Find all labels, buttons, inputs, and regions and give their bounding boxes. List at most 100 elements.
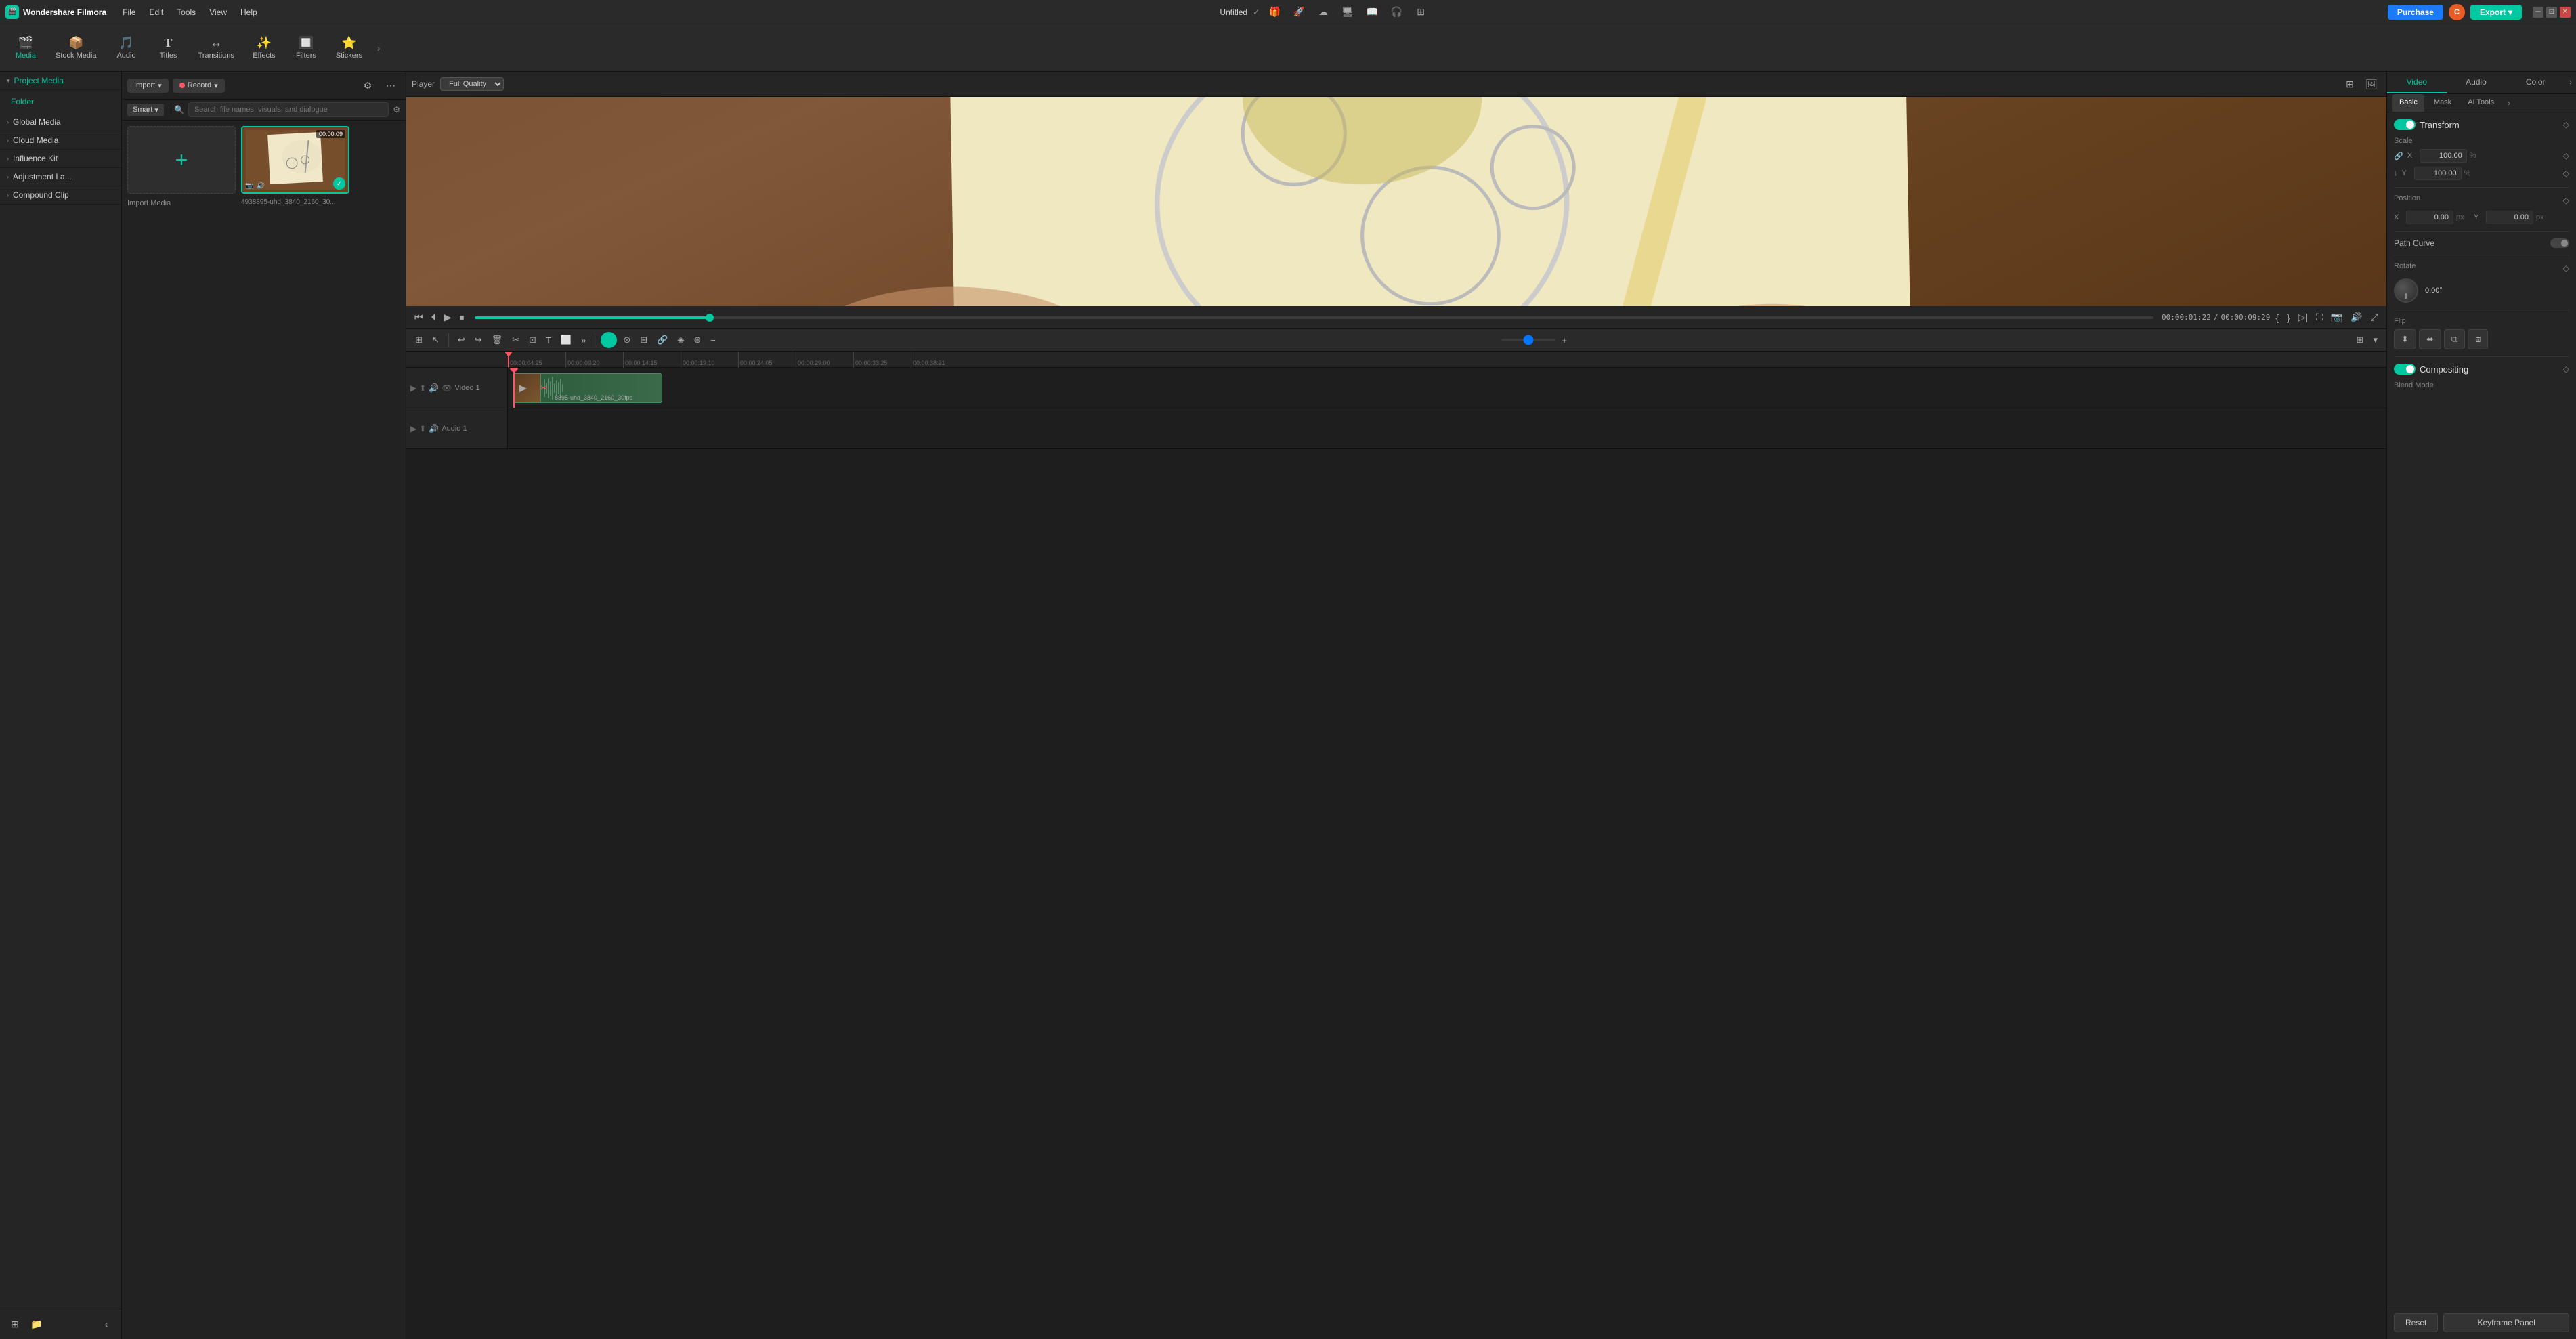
snapshot-button[interactable]: 📷 <box>2328 310 2345 324</box>
sub-tab-mask[interactable]: Mask <box>2427 94 2458 112</box>
transform-toggle[interactable] <box>2394 119 2416 130</box>
menu-view[interactable]: View <box>204 5 232 20</box>
purchase-button[interactable]: Purchase <box>2388 5 2443 20</box>
menu-edit[interactable]: Edit <box>144 5 169 20</box>
zoom-in-button[interactable]: + <box>1558 333 1570 348</box>
record-button[interactable]: Record ▾ <box>173 79 225 93</box>
folder-add-icon[interactable]: 📁 <box>27 1315 46 1334</box>
scale-link-icon-2[interactable]: ↓ <box>2394 169 2398 177</box>
crop-button[interactable]: ⊡ <box>525 332 540 348</box>
sidebar-item-project-media[interactable]: ▾ Project Media <box>0 72 121 90</box>
toolbar-media[interactable]: 🎬 Media <box>5 33 46 64</box>
redo-button[interactable]: ↪ <box>471 332 486 348</box>
menu-tools[interactable]: Tools <box>171 5 201 20</box>
rewind-button[interactable]: ⏮ <box>412 310 426 324</box>
sub-tab-arrow[interactable]: › <box>2504 94 2514 112</box>
toolbar-audio[interactable]: 🎵 Audio <box>106 33 147 64</box>
rotate-keyframe-icon[interactable]: ◇ <box>2563 263 2569 273</box>
toolbar-titles[interactable]: T Titles <box>148 33 189 64</box>
position-y-input[interactable] <box>2486 211 2533 224</box>
fullscreen-button[interactable]: ⛶ <box>2313 310 2325 324</box>
scale-y-input[interactable] <box>2414 167 2462 180</box>
progress-handle[interactable] <box>706 314 714 322</box>
import-placeholder[interactable]: + <box>127 126 236 194</box>
audio-button[interactable]: ⊙ <box>620 332 634 348</box>
path-curve-toggle[interactable] <box>2550 238 2569 248</box>
photo-view-icon[interactable]: 🖼 <box>2362 75 2381 93</box>
headphone-icon[interactable]: 🎧 <box>1387 3 1406 22</box>
sidebar-item-cloud-media[interactable]: › Cloud Media <box>0 131 121 150</box>
compositing-toggle[interactable] <box>2394 364 2416 375</box>
scale-y-keyframe-icon[interactable]: ◇ <box>2563 169 2569 178</box>
sub-tab-ai-tools[interactable]: AI Tools <box>2461 94 2501 112</box>
marker-button[interactable]: ◈ <box>674 332 687 348</box>
monitor-icon[interactable]: 🖥 <box>1338 3 1357 22</box>
scale-x-keyframe-icon[interactable]: ◇ <box>2563 151 2569 161</box>
sidebar-item-compound-clip[interactable]: › Compound Clip <box>0 186 121 205</box>
keyframe-panel-button[interactable]: Keyframe Panel <box>2443 1313 2569 1332</box>
sidebar-item-adjustment[interactable]: › Adjustment La... <box>0 168 121 186</box>
rotate-knob[interactable] <box>2394 278 2418 303</box>
import-button[interactable]: Import ▾ <box>127 79 169 93</box>
toolbar-stock-media[interactable]: 📦 Stock Media <box>47 33 105 64</box>
search-input[interactable] <box>188 102 389 117</box>
snap-button[interactable]: ⊟ <box>637 332 651 348</box>
flip-horizontal-button[interactable]: ⬌ <box>2419 329 2441 349</box>
sub-tab-basic[interactable]: Basic <box>2392 94 2424 112</box>
gift-icon[interactable]: 🎁 <box>1265 3 1284 22</box>
book-icon[interactable]: 📖 <box>1362 3 1381 22</box>
frame-back-button[interactable]: ⏴ <box>429 310 439 324</box>
link-button[interactable]: 🔗 <box>653 332 671 348</box>
close-button[interactable]: ✕ <box>2560 7 2571 18</box>
scale-link-icon[interactable]: 🔗 <box>2394 152 2403 161</box>
insert-button[interactable]: ▷| <box>2296 310 2311 324</box>
play-button[interactable]: ▶ <box>442 310 454 324</box>
progress-bar[interactable] <box>475 316 2153 319</box>
tab-video[interactable]: Video <box>2387 72 2447 93</box>
playhead[interactable] <box>508 352 509 367</box>
audio-track-content[interactable] <box>508 408 2386 448</box>
volume-button[interactable]: 🔊 <box>2348 310 2365 324</box>
grid-layout-button[interactable]: ⊞ <box>2353 332 2367 348</box>
scale-x-input[interactable] <box>2420 149 2467 163</box>
flip-button-4[interactable]: ⧈ <box>2468 329 2488 349</box>
grid-view-icon[interactable]: ⊞ <box>2340 75 2359 93</box>
zoom-out-button[interactable]: − <box>707 333 719 348</box>
reset-button[interactable]: Reset <box>2394 1313 2438 1332</box>
grid-icon[interactable]: ⊞ <box>1411 3 1430 22</box>
video-clip[interactable]: ▶ ✂ <box>513 373 662 403</box>
transform-keyframe-icon[interactable]: ◇ <box>2563 120 2569 129</box>
toolbar-stickers[interactable]: ⭐ Stickers <box>328 33 370 64</box>
sidebar-item-folder[interactable]: Folder <box>7 94 114 109</box>
menu-file[interactable]: File <box>117 5 141 20</box>
stop-button[interactable]: ⏹ <box>456 310 467 324</box>
menu-help[interactable]: Help <box>235 5 263 20</box>
in-point-button[interactable]: { <box>2273 311 2281 324</box>
export-button[interactable]: Export ▾ <box>2470 5 2522 20</box>
video-track-content[interactable]: ▶ ✂ <box>508 368 2386 408</box>
right-tab-arrow[interactable]: › <box>2565 72 2576 93</box>
sidebar-item-global-media[interactable]: › Global Media <box>0 113 121 131</box>
media-thumbnail[interactable]: 00:00:09 📷 🔊 ✓ <box>241 126 349 194</box>
collapse-icon[interactable]: ‹ <box>97 1315 116 1334</box>
filter-icon[interactable]: ⚙ <box>358 76 377 95</box>
more-tools-button[interactable]: » <box>578 333 589 348</box>
flip-vertical-button[interactable]: ⬍ <box>2394 329 2416 349</box>
out-point-button[interactable]: } <box>2284 311 2293 324</box>
track-button[interactable]: ⊕ <box>690 332 704 348</box>
toolbar-transitions[interactable]: ↔ Transitions <box>190 33 242 64</box>
tab-color[interactable]: Color <box>2506 72 2565 93</box>
quality-select[interactable]: Full Quality 1/2 Quality 1/4 Quality Aut… <box>440 77 504 91</box>
compositing-keyframe-icon[interactable]: ◇ <box>2563 364 2569 374</box>
undo-button[interactable]: ↩ <box>454 332 469 348</box>
toolbar-more-chevron[interactable]: › <box>372 37 386 59</box>
position-keyframe-icon[interactable]: ◇ <box>2563 196 2569 205</box>
split-button[interactable]: ✂ <box>509 332 523 348</box>
minimize-button[interactable]: ─ <box>2533 7 2543 18</box>
text-button[interactable]: T <box>542 333 555 348</box>
transform-button[interactable]: ⬜ <box>557 332 575 348</box>
delete-button[interactable]: 🗑 <box>488 332 507 348</box>
maximize-button[interactable]: ⊡ <box>2546 7 2557 18</box>
more-icon[interactable]: ⋯ <box>381 76 400 95</box>
cloud-icon[interactable]: ☁ <box>1314 3 1333 22</box>
